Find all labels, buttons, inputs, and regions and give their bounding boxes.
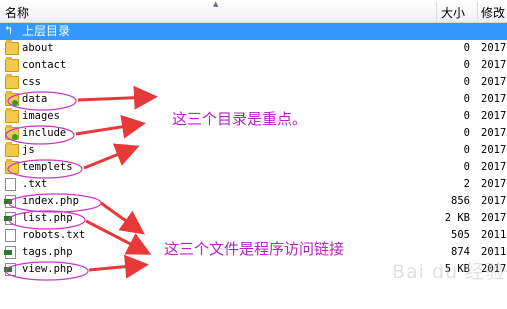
highlight-include <box>5 125 75 145</box>
note-entry-files: 这三个文件是程序访问链接 <box>164 240 345 258</box>
highlight-list-php <box>8 210 86 230</box>
note-key-directories: 这三个目录是重点。 <box>172 110 308 128</box>
highlight-data <box>7 91 77 111</box>
arrow <box>77 85 158 110</box>
arrow <box>83 143 140 170</box>
arrow <box>85 219 152 255</box>
watermark-logo: Bai du 经验 <box>392 261 506 283</box>
arrow <box>75 114 146 139</box>
highlight-view-php <box>5 261 89 281</box>
arrow <box>100 201 145 235</box>
arrow <box>88 254 149 279</box>
highlight-templets <box>7 159 83 179</box>
highlight-index-php <box>8 193 102 213</box>
